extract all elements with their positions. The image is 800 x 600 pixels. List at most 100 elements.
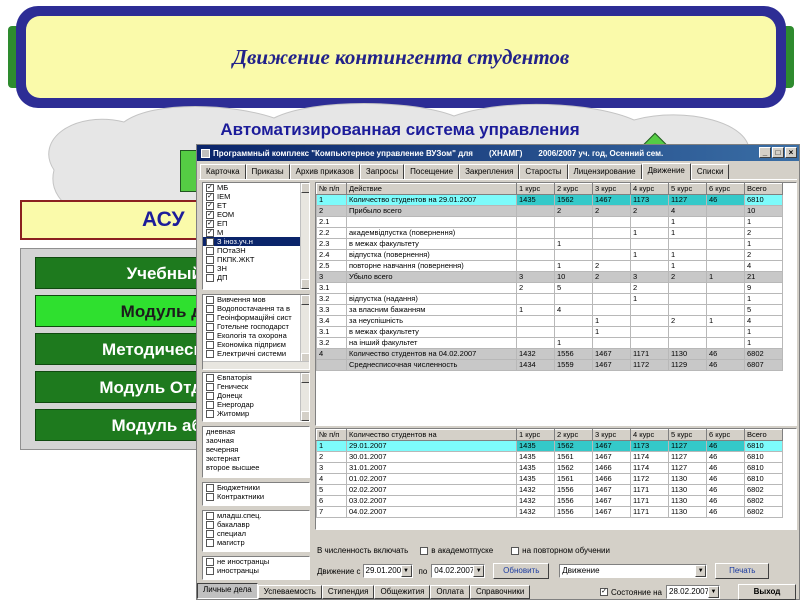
bottom-tab-5[interactable]: Справочники bbox=[469, 585, 531, 599]
print-button[interactable]: Печать bbox=[715, 563, 770, 579]
from-date-input[interactable]: 29.01.2007 ▼ bbox=[362, 564, 413, 578]
refresh-button[interactable]: Обновить bbox=[493, 563, 550, 579]
table-row[interactable]: 1 Количество студентов на 29.01.2007 1435 1… bbox=[316, 194, 783, 206]
specialty-item[interactable]: Геоінформаційні сист bbox=[203, 313, 309, 322]
column-header[interactable]: 4 курс bbox=[630, 183, 669, 195]
state-date-input[interactable]: 28.02.2007 ▼ bbox=[666, 585, 721, 599]
level-checkbox[interactable] bbox=[206, 520, 214, 529]
level-item[interactable]: магистр bbox=[203, 538, 309, 547]
table-row[interactable]: 7 04.02.2007 1432 1556 1467 1171 1130 46 6802 bbox=[316, 506, 783, 518]
citizenship-list[interactable]: не иностранцы иностранцы bbox=[202, 556, 310, 580]
level-item[interactable]: бакалавр bbox=[203, 520, 309, 529]
level-list[interactable]: младш.спец. бакалавр специал магистр bbox=[202, 510, 310, 552]
table-row[interactable]: 6 03.02.2007 1432 1556 1467 1171 1130 46 6802 bbox=[316, 495, 783, 507]
table-row[interactable]: 2.2 академвідпустка (повернення) 1 1 2 bbox=[316, 227, 783, 239]
region-item[interactable]: Євпаторія bbox=[203, 373, 309, 382]
faculty-item[interactable]: ✓ ІЕМ bbox=[203, 192, 309, 201]
faculty-item[interactable]: ЗН bbox=[203, 264, 309, 273]
tab-6[interactable]: Старосты bbox=[519, 164, 568, 179]
module-button-1[interactable]: Учебный bbox=[35, 257, 211, 289]
maximize-icon[interactable]: □ bbox=[772, 147, 784, 158]
column-header[interactable]: 1 курс bbox=[516, 183, 555, 195]
table-row[interactable]: 3.3 за власним бажанням 1 4 5 bbox=[316, 304, 783, 316]
faculty-scrollbar[interactable] bbox=[300, 183, 309, 289]
to-date-input[interactable]: 04.02.2007 ▼ bbox=[431, 564, 486, 578]
region-scrollbar[interactable] bbox=[300, 373, 309, 421]
count-grid[interactable]: № п/п Количество студентов на 1 курс 2 курс… bbox=[315, 428, 797, 530]
module-button-3[interactable]: Методическ bbox=[35, 333, 211, 365]
column-header[interactable]: 5 курс bbox=[668, 183, 707, 195]
faculty-item[interactable]: ДП bbox=[203, 273, 309, 282]
study-form-item[interactable]: дневная bbox=[203, 427, 309, 436]
chevron-down-icon[interactable]: ▼ bbox=[708, 586, 720, 598]
region-checkbox[interactable] bbox=[206, 382, 214, 391]
region-item[interactable]: Донецк bbox=[203, 391, 309, 400]
faculty-checkbox[interactable]: ✓ bbox=[206, 201, 214, 210]
table-row[interactable]: 3.2 відпустка (надання) 1 1 bbox=[316, 293, 783, 305]
column-header[interactable]: 6 курс bbox=[706, 429, 745, 441]
faculty-checkbox[interactable] bbox=[206, 255, 214, 264]
faculty-checkbox[interactable]: ✓ bbox=[206, 192, 214, 201]
academic-leave-checkbox[interactable] bbox=[420, 546, 429, 555]
table-row[interactable]: 1 29.01.2007 1435 1562 1467 1173 1127 46 6810 bbox=[316, 440, 783, 452]
citizenship-item[interactable]: не иностранцы bbox=[203, 557, 309, 566]
citizenship-checkbox[interactable] bbox=[206, 566, 214, 575]
specialty-item[interactable]: Електричні системи bbox=[203, 349, 309, 358]
faculty-checkbox[interactable]: ✓ bbox=[206, 183, 214, 192]
funding-list[interactable]: Бюджетники Контрактники bbox=[202, 482, 310, 506]
table-row[interactable]: 2.1 1 1 bbox=[316, 216, 783, 228]
faculty-item[interactable]: ПКПК.ЖКТ bbox=[203, 255, 309, 264]
study-form-item[interactable]: вечерняя bbox=[203, 445, 309, 454]
table-row[interactable]: 3 31.01.2007 1435 1562 1466 1174 1127 46 6810 bbox=[316, 462, 783, 474]
column-header[interactable]: 5 курс bbox=[668, 429, 707, 441]
module-button-2[interactable]: Модуль д bbox=[35, 295, 211, 327]
repeat-study-checkbox[interactable] bbox=[511, 546, 520, 555]
column-header[interactable]: Количество студентов на bbox=[346, 429, 517, 441]
faculty-checkbox[interactable] bbox=[206, 246, 214, 255]
region-item[interactable]: Енергодар bbox=[203, 400, 309, 409]
table-row[interactable]: 2 Прибыло всего 2 2 2 4 10 bbox=[316, 205, 783, 217]
faculty-checkbox[interactable] bbox=[206, 237, 214, 246]
bottom-tab-2[interactable]: Стипендия bbox=[321, 585, 375, 599]
bottom-tab-0[interactable]: Личные дела bbox=[197, 583, 258, 599]
tab-2[interactable]: Архив приказов bbox=[289, 164, 360, 179]
specialty-item[interactable]: Водопостачання та в bbox=[203, 304, 309, 313]
chevron-down-icon[interactable]: ▼ bbox=[473, 565, 485, 577]
level-item[interactable]: младш.спец. bbox=[203, 511, 309, 520]
study-form-list[interactable]: дневная заочная вечерняя экстернат второе вы… bbox=[202, 426, 310, 478]
tab-9[interactable]: Списки bbox=[690, 164, 730, 179]
tab-4[interactable]: Посещение bbox=[404, 164, 460, 179]
table-row[interactable]: 3.2 на інший факультет 1 1 bbox=[316, 337, 783, 349]
column-header[interactable]: Всего bbox=[744, 183, 783, 195]
faculty-item[interactable]: ✓ ЕОМ bbox=[203, 210, 309, 219]
region-checkbox[interactable] bbox=[206, 400, 214, 409]
specialty-checkbox[interactable] bbox=[206, 304, 214, 313]
specialty-item[interactable]: Екологія та охорона bbox=[203, 331, 309, 340]
table-row[interactable]: 4 Количество студентов на 04.02.2007 1432 1… bbox=[316, 348, 783, 360]
level-checkbox[interactable] bbox=[206, 538, 214, 547]
specialty-item[interactable]: Готельне господарст bbox=[203, 322, 309, 331]
column-header[interactable]: 3 курс bbox=[592, 183, 631, 195]
specialty-checkbox[interactable] bbox=[206, 313, 214, 322]
table-row[interactable]: 2.4 відпустка (повернення) 1 1 2 bbox=[316, 249, 783, 261]
table-row[interactable]: 3 Убыло всего 3 10 2 3 2 1 21 bbox=[316, 271, 783, 283]
table-row[interactable]: 3.4 за неуспішність 1 2 1 4 bbox=[316, 315, 783, 327]
column-header[interactable]: 1 курс bbox=[516, 429, 555, 441]
tab-1[interactable]: Приказы bbox=[245, 164, 290, 179]
table-row[interactable]: 5 02.02.2007 1432 1556 1467 1171 1130 46 6802 bbox=[316, 484, 783, 496]
region-item[interactable]: Житомир bbox=[203, 409, 309, 418]
citizenship-checkbox[interactable] bbox=[206, 557, 214, 566]
level-checkbox[interactable] bbox=[206, 511, 214, 520]
faculty-item[interactable]: ПОтаЗН bbox=[203, 246, 309, 255]
faculty-item[interactable]: ✓ М bbox=[203, 228, 309, 237]
table-row[interactable]: 3.1 2 5 2 9 bbox=[316, 282, 783, 294]
column-header[interactable]: Действие bbox=[346, 183, 517, 195]
table-row[interactable]: 2.5 повторне навчання (повернення) 1 2 1 4 bbox=[316, 260, 783, 272]
report-select[interactable]: Движение ▼ bbox=[559, 564, 708, 578]
funding-checkbox[interactable] bbox=[206, 492, 214, 501]
citizenship-item[interactable]: иностранцы bbox=[203, 566, 309, 575]
tab-5[interactable]: Закрепления bbox=[459, 164, 520, 179]
specialty-list[interactable]: Вивчення мов Водопостачання та в Геоінформ… bbox=[202, 294, 310, 370]
column-header[interactable]: Всего bbox=[744, 429, 783, 441]
region-item[interactable]: Геническ bbox=[203, 382, 309, 391]
